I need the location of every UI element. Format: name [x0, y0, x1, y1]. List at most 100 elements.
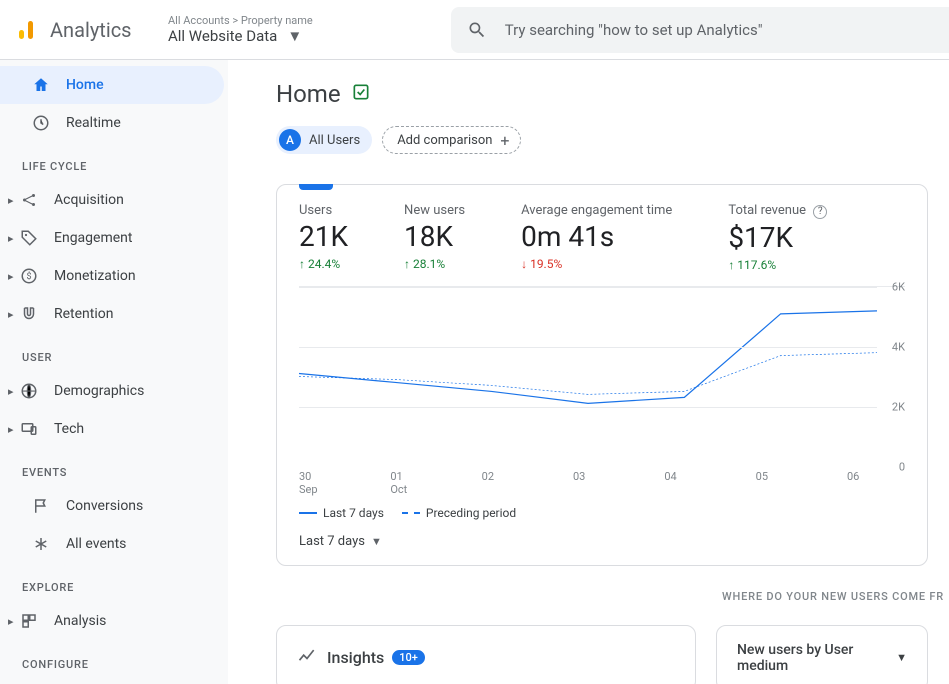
sidebar-item-label: Tech [54, 421, 84, 437]
y-axis-label: 6K [892, 280, 905, 293]
sidebar-item-monetization[interactable]: ▸ $ Monetization [0, 257, 224, 295]
sidebar-item-analysis[interactable]: ▸ Analysis [0, 602, 224, 640]
account-breadcrumb: All Accounts > Property name [168, 14, 313, 27]
sidebar-section-user: USER [0, 333, 228, 372]
clock-icon [30, 114, 52, 132]
sidebar-item-all-events[interactable]: All events [0, 525, 224, 563]
devices-icon [18, 420, 40, 438]
sidebar-item-label: Conversions [66, 498, 143, 514]
page-title: Home [276, 80, 341, 108]
chevron-right-icon: ▸ [8, 194, 18, 207]
chevron-right-icon: ▸ [8, 232, 18, 245]
y-axis-label: 2K [892, 400, 905, 413]
chevron-right-icon: ▸ [8, 308, 18, 321]
sidebar-section-configure: CONFIGURE [0, 640, 228, 679]
x-axis-label: 06 [847, 470, 877, 496]
gridline [299, 287, 877, 288]
metric-delta: ↑ 117.6% [728, 258, 827, 272]
sidebar-item-admin[interactable]: Admin [0, 679, 224, 684]
top-bar: Analytics All Accounts > Property name A… [0, 0, 949, 60]
x-axis-label: 02 [482, 470, 512, 496]
search-icon [467, 20, 487, 40]
metric-delta: ↑ 24.4% [299, 257, 348, 271]
magnet-icon [18, 305, 40, 323]
metric-label: Average engagement time [521, 203, 672, 218]
sidebar-item-acquisition[interactable]: ▸ Acquisition [0, 181, 224, 219]
analytics-logo-icon [16, 18, 40, 42]
plus-icon: + [500, 131, 509, 150]
y-axis-label: 4K [892, 340, 905, 353]
svg-text:$: $ [26, 271, 31, 282]
metric-value: 18K [404, 220, 465, 253]
sidebar-item-label: Monetization [54, 268, 136, 284]
metric-value: 21K [299, 220, 348, 253]
sidebar-item-label: Analysis [54, 613, 106, 629]
metric-new-users[interactable]: New users18K↑ 28.1% [404, 203, 465, 272]
sidebar-item-label: Realtime [66, 115, 121, 131]
new-users-label: New users by User medium [737, 642, 890, 674]
metric-label: Users [299, 203, 348, 218]
sidebar-section-lifecycle: LIFE CYCLE [0, 142, 228, 181]
metric-users[interactable]: Users 21K ↑ 24.4% [299, 203, 348, 272]
new-users-card[interactable]: New users by User medium ▼ [716, 625, 928, 684]
x-axis-label: 03 [573, 470, 603, 496]
flag-icon [30, 497, 52, 515]
search-input[interactable]: Try searching "how to set up Analytics" [451, 7, 949, 53]
overview-card: Users 21K ↑ 24.4% New users18K↑ 28.1% Averag… [276, 184, 928, 566]
insights-label: Insights [327, 648, 384, 667]
chevron-right-icon: ▸ [8, 615, 18, 628]
acquisition-icon [18, 191, 40, 209]
sidebar-item-demographics[interactable]: ▸ Demographics [0, 372, 224, 410]
avatar-badge: A [279, 129, 301, 151]
add-comparison-button[interactable]: Add comparison + [382, 126, 520, 154]
metric-value: $17K [728, 221, 827, 254]
globe-icon [18, 382, 40, 400]
metric-average-engagement-time[interactable]: Average engagement time 0m 41s ↓ 19.5% [521, 203, 672, 272]
legend-swatch-icon [299, 512, 317, 514]
sidebar-item-home[interactable]: Home [0, 66, 224, 104]
sidebar-item-retention[interactable]: ▸ Retention [0, 295, 224, 333]
active-metric-indicator [299, 184, 333, 190]
chevron-right-icon: ▸ [8, 423, 18, 436]
all-users-pill[interactable]: A All Users [276, 126, 372, 154]
help-icon[interactable]: ? [813, 205, 827, 219]
x-axis-label: 05 [756, 470, 786, 496]
account-picker[interactable]: All Accounts > Property name All Website… [160, 0, 321, 60]
search-placeholder: Try searching "how to set up Analytics" [505, 21, 763, 39]
insights-card[interactable]: Insights 10+ [276, 625, 696, 684]
sidebar-item-label: Engagement [54, 230, 132, 246]
brand: Analytics [0, 18, 160, 42]
chevron-down-icon: ▼ [287, 27, 302, 45]
metric-value: 0m 41s [521, 220, 672, 253]
brand-name: Analytics [50, 18, 132, 42]
y-axis-label: 0 [899, 460, 905, 473]
x-axis-label: 30Sep [299, 470, 329, 496]
sidebar-item-conversions[interactable]: Conversions [0, 487, 224, 525]
main-content: Home A All Users Add comparison + Users 2… [228, 60, 949, 684]
metric-delta: ↓ 19.5% [521, 257, 672, 271]
chevron-down-icon: ▼ [371, 535, 382, 548]
users-line-chart: 02K4K6K [299, 286, 905, 466]
legend-item: Preceding period [402, 506, 516, 520]
gridline [299, 347, 877, 348]
metric-total-revenue[interactable]: Total revenue ?$17K↑ 117.6% [728, 203, 827, 272]
x-axis-label: 04 [664, 470, 694, 496]
chevron-right-icon: ▸ [8, 385, 18, 398]
sidebar-item-label: Acquisition [54, 192, 124, 208]
chevron-right-icon: ▸ [8, 270, 18, 283]
sidebar-item-engagement[interactable]: ▸ Engagement [0, 219, 224, 257]
sidebar-item-realtime[interactable]: Realtime [0, 104, 224, 142]
sidebar-item-label: Home [66, 77, 104, 93]
verified-icon [351, 82, 371, 106]
tag-icon [18, 229, 40, 247]
all-users-label: All Users [309, 133, 360, 148]
sidebar-section-events: EVENTS [0, 448, 228, 487]
sidebar-item-label: Retention [54, 306, 114, 322]
date-range-label: Last 7 days [299, 534, 365, 549]
insights-badge: 10+ [392, 650, 425, 665]
legend-item: Last 7 days [299, 506, 384, 520]
home-icon [30, 76, 52, 94]
date-range-picker[interactable]: Last 7 days ▼ [299, 534, 905, 549]
sidebar-item-tech[interactable]: ▸ Tech [0, 410, 224, 448]
chevron-down-icon: ▼ [896, 651, 907, 664]
